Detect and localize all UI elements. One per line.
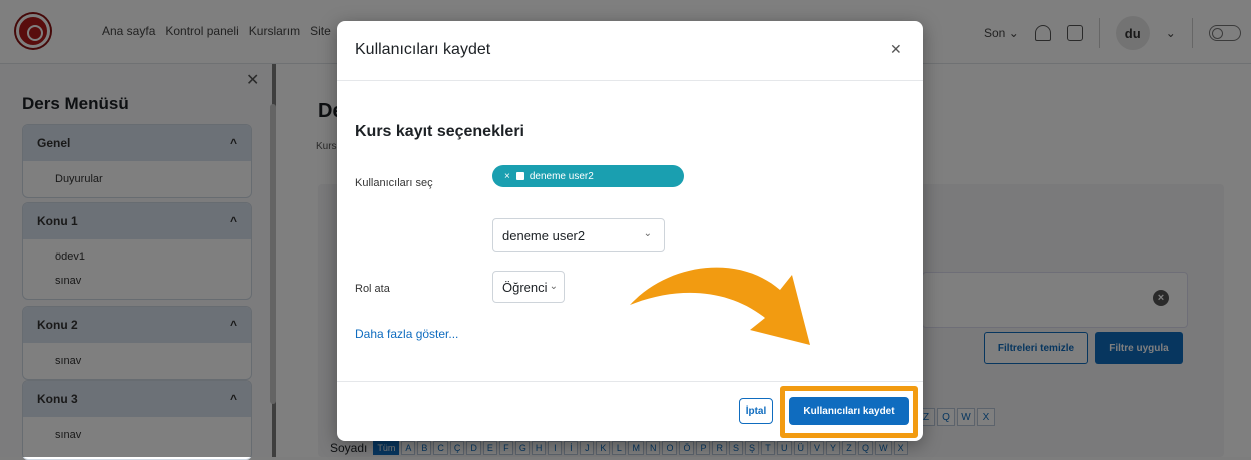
user-picture-icon [515, 172, 524, 180]
user-select-value: deneme user2 [502, 227, 586, 243]
remove-icon[interactable]: × [504, 171, 510, 182]
role-select-value: Öğrenci [502, 279, 548, 295]
user-search-select[interactable]: deneme user2 ⌄ [492, 218, 665, 252]
chevron-down-icon: ⌄ [549, 281, 558, 292]
select-users-label: Kullanıcıları seç [355, 177, 433, 189]
show-more-link[interactable]: Daha fazla göster... [355, 327, 458, 341]
modal-title: Kullanıcıları kaydet [355, 41, 491, 58]
chevron-down-icon: ⌄ [643, 228, 652, 239]
enrol-users-modal: Kullanıcıları kaydet ✕ Kurs kayıt seçene… [337, 21, 923, 441]
enrolment-options-heading: Kurs kayıt seçenekleri [355, 123, 524, 140]
role-select[interactable]: Öğrenci ⌄ [492, 271, 565, 303]
modal-header: Kullanıcıları kaydet ✕ [337, 21, 923, 81]
selected-user-chip[interactable]: × deneme user2 [492, 165, 684, 187]
chip-label: deneme user2 [529, 170, 594, 182]
close-icon[interactable]: ✕ [890, 41, 902, 58]
cancel-button[interactable]: İptal [739, 398, 773, 424]
assign-role-label: Rol ata [355, 283, 390, 295]
annotation-arrow-icon [630, 267, 810, 345]
save-button-highlight [780, 386, 918, 438]
